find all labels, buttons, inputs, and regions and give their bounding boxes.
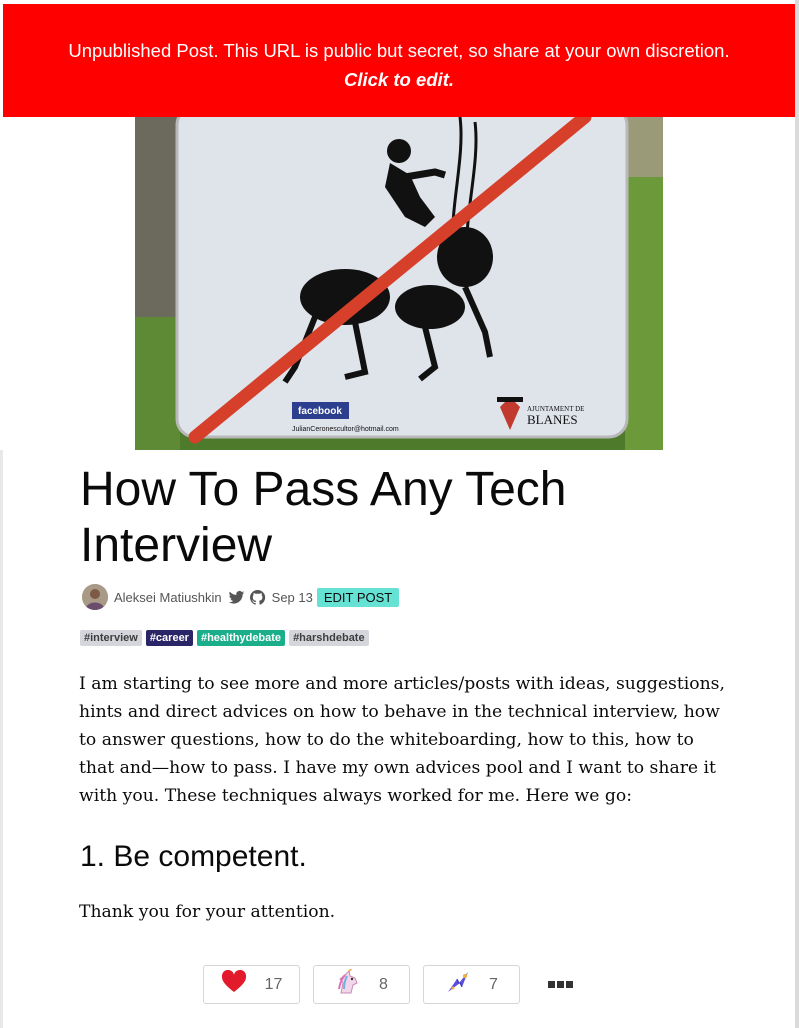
more-icon-dot: [566, 981, 573, 988]
bookmark-icon: [445, 969, 471, 1000]
author-name[interactable]: Aleksei Matiushkin: [114, 590, 222, 605]
tag-list: #interview #career #healthydebate #harsh…: [80, 630, 369, 646]
cover-image: facebook JulianCeronescultor@hotmail.com…: [135, 117, 663, 450]
unpublished-banner[interactable]: Unpublished Post. This URL is public but…: [3, 4, 795, 117]
tag-interview[interactable]: #interview: [80, 630, 142, 646]
cover-email: JulianCeronescultor@hotmail.com: [292, 426, 399, 433]
unicorn-reaction-button[interactable]: 8: [313, 965, 410, 1004]
heart-count: 17: [264, 975, 283, 993]
page-right-border: [795, 0, 799, 1028]
reaction-bar: 17 8 7: [203, 965, 573, 1004]
github-icon[interactable]: [249, 589, 266, 606]
page: Unpublished Post. This URL is public but…: [0, 0, 799, 1028]
more-icon-dot: [557, 981, 564, 988]
cover-city-name: BLANES: [527, 412, 578, 427]
post-heading: 1. Be competent.: [80, 840, 307, 873]
twitter-icon[interactable]: [228, 589, 245, 606]
post-title: How To Pass Any Tech Interview: [80, 463, 567, 572]
unicorn-icon: [335, 966, 361, 1000]
cover-brand-label: facebook: [298, 406, 342, 417]
post-date: Sep 13: [271, 589, 313, 605]
tag-harshdebate[interactable]: #harshdebate: [289, 630, 369, 646]
post-paragraph: I am starting to see more and more artic…: [79, 674, 725, 806]
unicorn-count: 8: [379, 975, 388, 993]
tag-career[interactable]: #career: [145, 630, 193, 646]
banner-message: Unpublished Post. This URL is public but…: [68, 40, 730, 61]
tag-healthydebate[interactable]: #healthydebate: [196, 630, 286, 646]
more-options-button[interactable]: [548, 981, 573, 988]
bookmark-reaction-button[interactable]: 7: [423, 965, 520, 1004]
bookmark-count: 7: [489, 975, 498, 993]
post-closing: Thank you for your attention.: [79, 902, 336, 922]
post-meta: Aleksei Matiushkin Sep 13 EDIT POST: [82, 584, 400, 610]
content-left-border: [0, 450, 3, 1028]
edit-post-button[interactable]: EDIT POST: [316, 587, 400, 607]
heart-reaction-button[interactable]: 17: [203, 965, 300, 1004]
author-avatar[interactable]: [82, 584, 108, 610]
banner-edit-link[interactable]: Click to edit.: [3, 65, 795, 94]
more-icon-dot: [548, 981, 555, 988]
heart-icon: [221, 969, 247, 999]
